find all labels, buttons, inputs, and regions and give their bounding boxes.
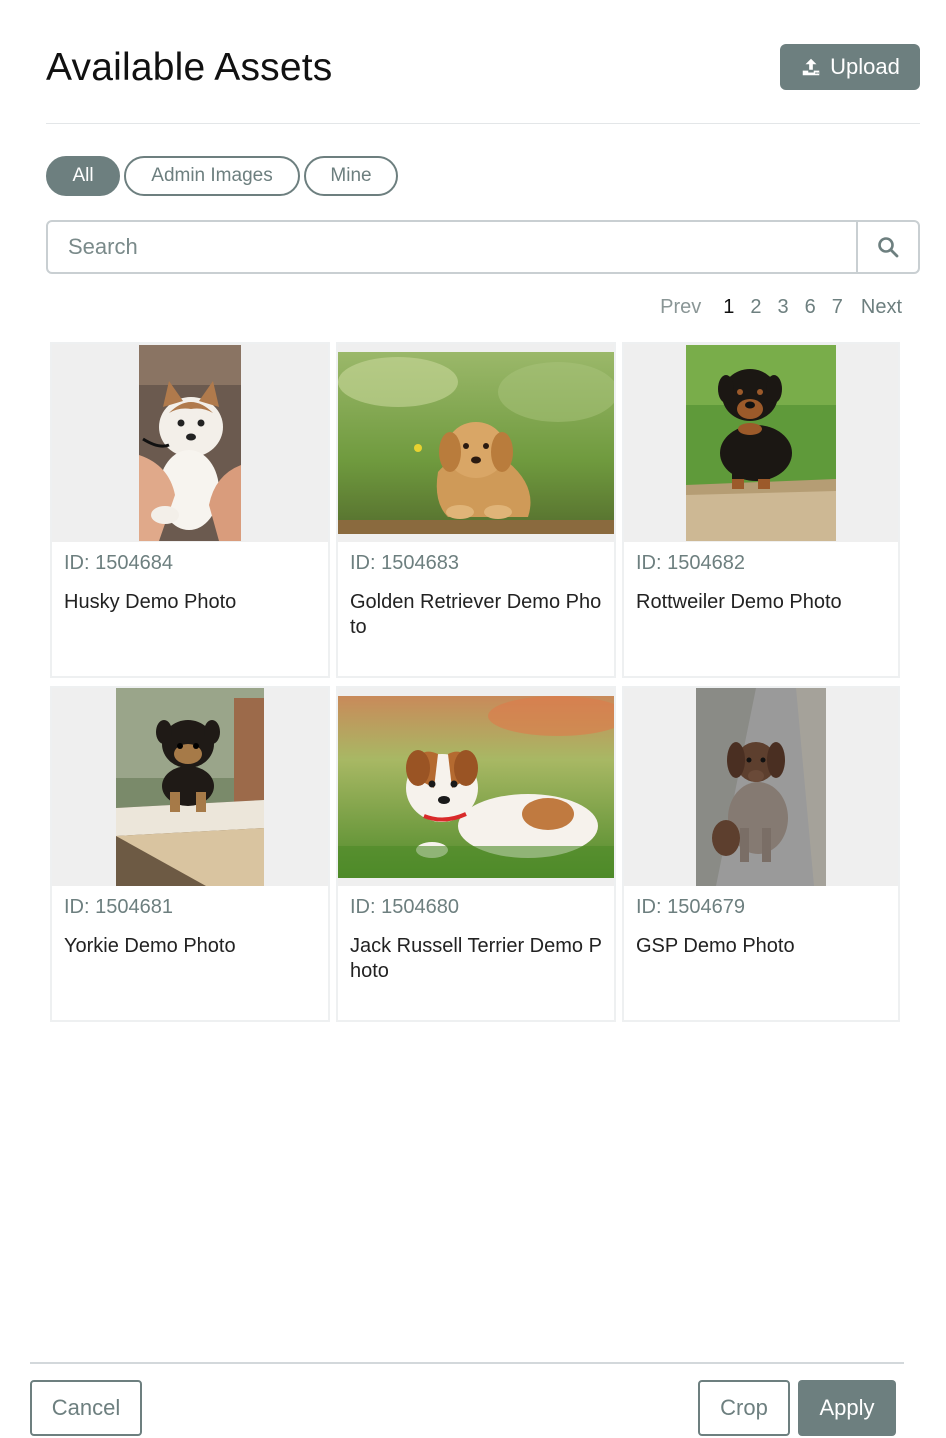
asset-name: Jack Russell Terrier Demo Photo	[350, 935, 602, 982]
filter-all[interactable]: All	[46, 156, 120, 196]
filter-mine[interactable]: Mine	[304, 156, 398, 196]
yorkie-photo	[116, 688, 264, 886]
asset-name: Rottweiler Demo Photo	[636, 591, 842, 613]
search-icon	[878, 237, 899, 258]
asset-card[interactable]: ID: 1504684 Husky Demo Photo	[50, 342, 330, 678]
asset-name: GSP Demo Photo	[636, 935, 795, 957]
page-title: Available Assets	[46, 46, 333, 89]
footer-divider	[30, 1362, 904, 1364]
search-input[interactable]	[48, 222, 856, 272]
pagination-prev[interactable]: Prev	[652, 296, 715, 319]
page-3[interactable]: 3	[770, 296, 797, 319]
asset-id: ID: 1504684	[64, 552, 173, 574]
asset-thumbnail	[624, 688, 898, 886]
asset-card[interactable]: ID: 1504682 Rottweiler Demo Photo	[622, 342, 900, 678]
filter-pills: All Admin Images Mine	[46, 156, 398, 196]
asset-name: Yorkie Demo Photo	[64, 935, 236, 957]
husky-photo	[139, 345, 241, 541]
page-1[interactable]: 1	[715, 296, 742, 319]
asset-id: ID: 1504683	[350, 552, 459, 574]
asset-id: ID: 1504679	[636, 896, 745, 918]
asset-name: Golden Retriever Demo Photo	[350, 591, 602, 638]
page-7[interactable]: 7	[824, 296, 851, 319]
gsp-photo	[696, 688, 826, 886]
pagination-next[interactable]: Next	[851, 296, 910, 319]
asset-name: Husky Demo Photo	[64, 591, 237, 613]
upload-button[interactable]: Upload	[780, 44, 920, 90]
asset-thumbnail	[624, 344, 898, 542]
page-2[interactable]: 2	[742, 296, 769, 319]
page-6[interactable]: 6	[797, 296, 824, 319]
cancel-button[interactable]: Cancel	[30, 1380, 142, 1436]
upload-button-label: Upload	[830, 54, 900, 79]
asset-id: ID: 1504680	[350, 896, 459, 918]
asset-thumbnail	[52, 688, 328, 886]
asset-card[interactable]: ID: 1504681 Yorkie Demo Photo	[50, 686, 330, 1022]
jack-russell-terrier-photo	[338, 696, 614, 878]
asset-grid: ID: 1504684 Husky Demo Photo ID: 1504683…	[50, 342, 900, 1022]
apply-button[interactable]: Apply	[798, 1380, 896, 1436]
rottweiler-photo	[686, 345, 836, 541]
asset-thumbnail	[52, 344, 328, 542]
asset-card[interactable]: ID: 1504683 Golden Retriever Demo Photo	[336, 342, 616, 678]
golden-retriever-photo	[338, 352, 614, 534]
asset-id: ID: 1504681	[64, 896, 173, 918]
crop-button[interactable]: Crop	[698, 1380, 790, 1436]
asset-card[interactable]: ID: 1504679 GSP Demo Photo	[622, 686, 900, 1022]
asset-id: ID: 1504682	[636, 552, 745, 574]
asset-thumbnail	[338, 688, 614, 886]
filter-admin-images[interactable]: Admin Images	[124, 156, 300, 196]
upload-icon	[802, 58, 820, 76]
pagination: Prev 1 2 3 6 7 Next	[652, 296, 910, 319]
modal-header: Available Assets Upload	[46, 40, 920, 124]
search-bar	[46, 220, 920, 274]
search-button[interactable]	[856, 222, 918, 272]
asset-thumbnail	[338, 344, 614, 542]
asset-card[interactable]: ID: 1504680 Jack Russell Terrier Demo Ph…	[336, 686, 616, 1022]
